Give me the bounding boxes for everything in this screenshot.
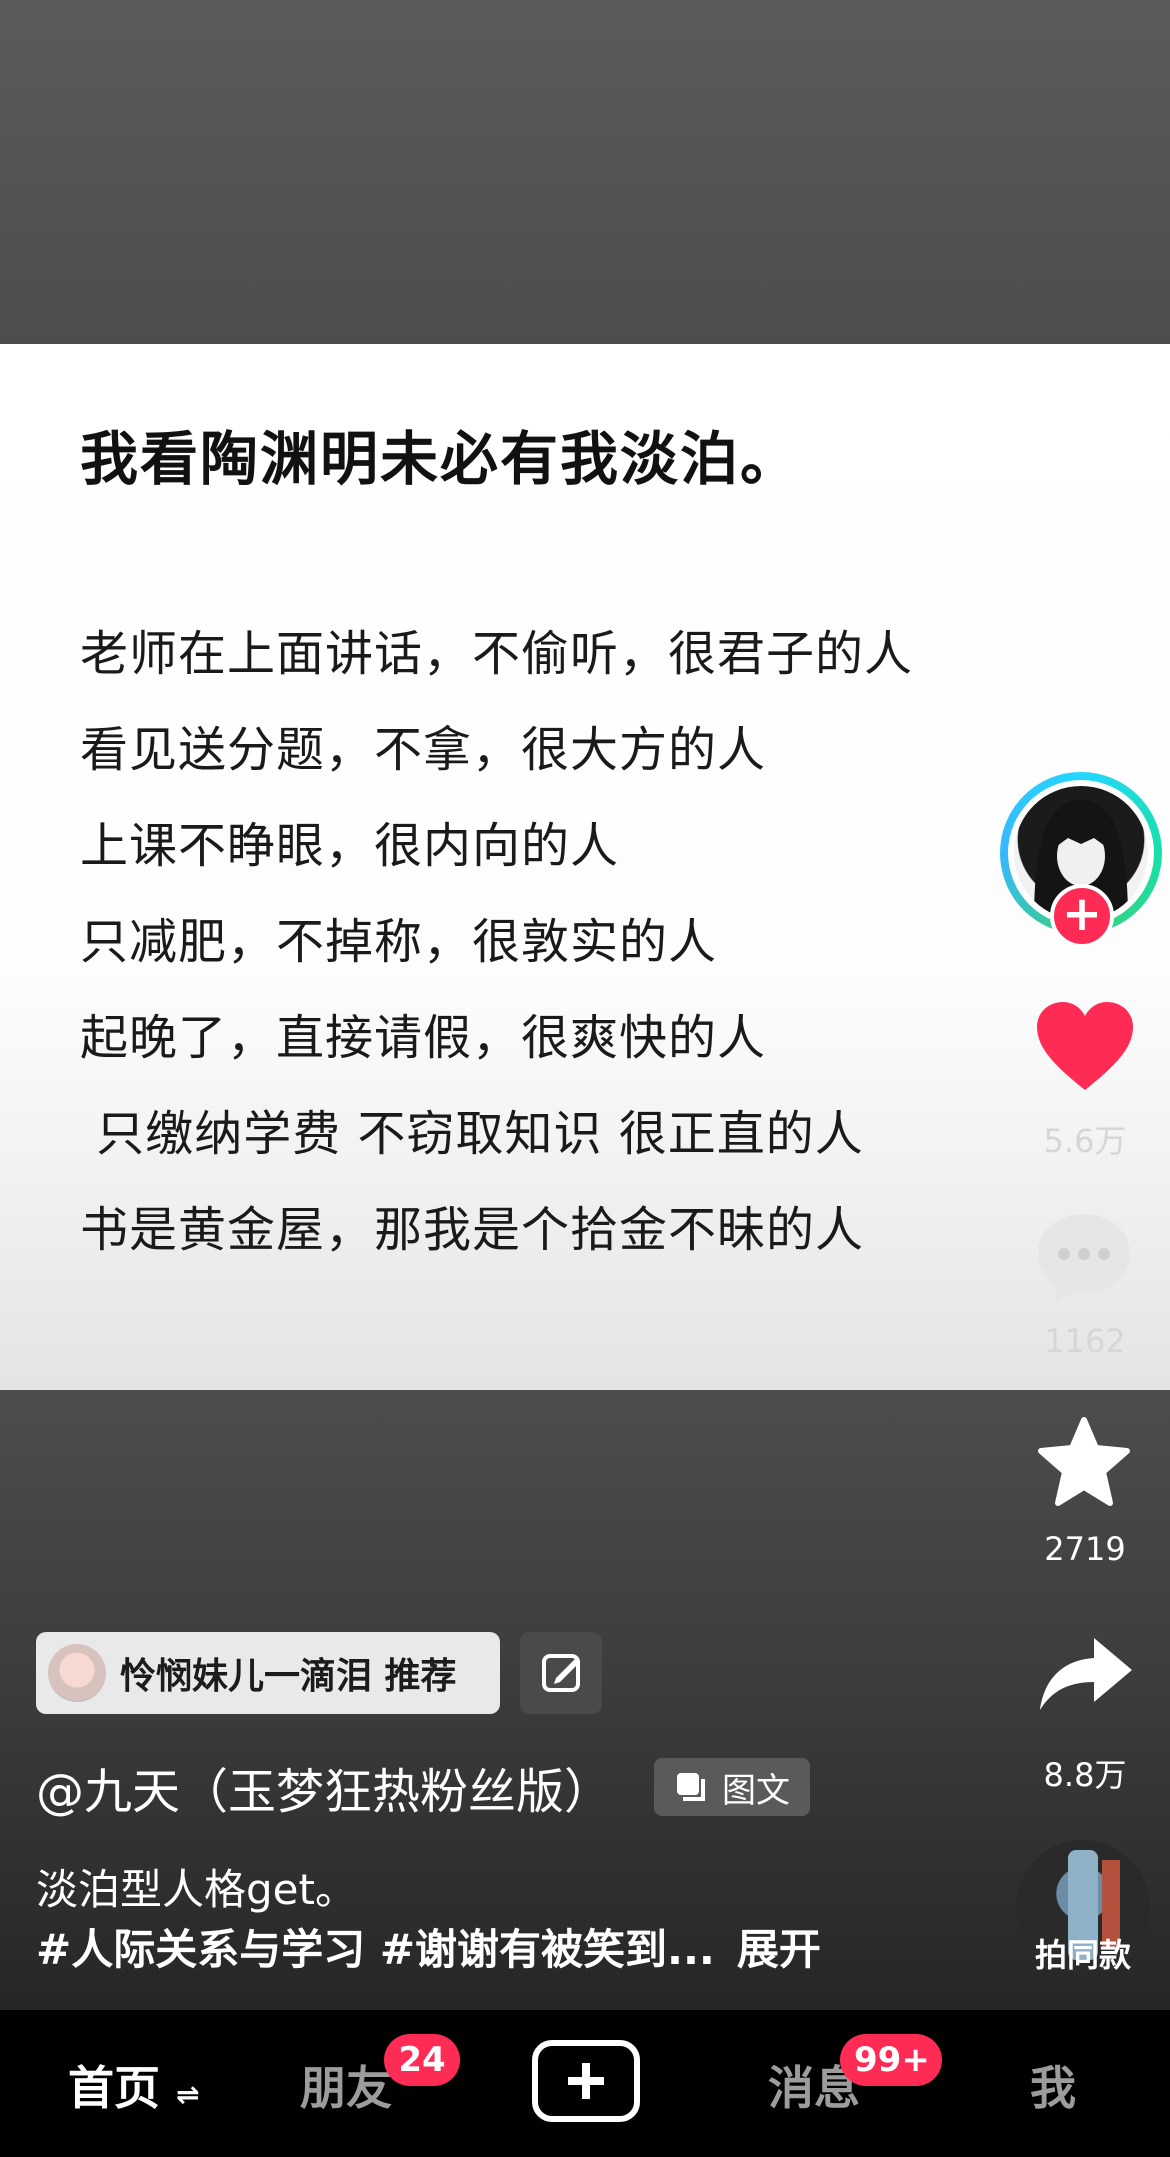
edit-icon [542, 1654, 580, 1692]
friends-badge: 24 [384, 2034, 460, 2086]
like-count: 5.6万 [1043, 1122, 1127, 1160]
note-title: 我看陶渊明未必有我淡泊。 [80, 425, 801, 493]
star-icon [1038, 1417, 1130, 1506]
comment-button[interactable] [1034, 1210, 1134, 1310]
comment-icon [1038, 1214, 1130, 1304]
edit-recommend-button[interactable] [520, 1632, 602, 1714]
post-caption: 淡泊型人格get。 [36, 1865, 357, 1914]
recommend-text: 怜悯妹儿一滴泪 推荐 [120, 1656, 457, 1697]
share-count: 8.8万 [1043, 1756, 1127, 1794]
note-line: 只减肥，不掉称，很敦实的人 [80, 914, 718, 970]
note-body: 老师在上面讲话，不偷听，很君子的人 看见送分题，不拿，很大方的人 上课不睁眼，很… [80, 618, 913, 1290]
post-type-label: 图文 [722, 1770, 790, 1811]
hashtag-text[interactable]: #人际关系与学习 #谢谢有被笑到... [36, 1925, 715, 1974]
post-type-badge: 图文 [654, 1758, 810, 1816]
refresh-toggle-icon: ⇌ [176, 2078, 200, 2111]
note-line: 上课不睁眼，很内向的人 [80, 818, 620, 874]
comment-count: 1162 [1044, 1322, 1126, 1360]
tab-friends[interactable]: 朋友 [300, 2052, 392, 2118]
share-button[interactable] [1036, 1636, 1136, 1716]
create-button[interactable] [532, 2040, 640, 2122]
author-avatar[interactable]: + [1000, 772, 1168, 948]
note-line: 老师在上面讲话，不偷听，很君子的人 [80, 626, 914, 682]
expand-button[interactable]: 展开 [737, 1925, 821, 1974]
heart-icon [1037, 1002, 1133, 1090]
messages-badge: 99+ [840, 2034, 942, 2086]
follow-button[interactable]: + [1050, 884, 1114, 948]
post-hashtags: #人际关系与学习 #谢谢有被笑到... 展开 [36, 1916, 821, 1977]
tab-home[interactable]: 首页 ⇌ [68, 2052, 199, 2118]
plus-icon [568, 2063, 604, 2099]
note-line: 起晚了，直接请假，很爽快的人 [80, 1010, 767, 1066]
author-name[interactable]: @九天（玉梦狂热粉丝版） [36, 1752, 612, 1822]
recommend-chip[interactable]: 怜悯妹儿一滴泪 推荐 [36, 1632, 500, 1714]
note-line: 看见送分题，不拿，很大方的人 [80, 722, 767, 778]
same-style-label[interactable]: 拍同款 [1000, 1930, 1166, 1976]
favorite-count: 2719 [1044, 1530, 1126, 1568]
favorite-button[interactable] [1034, 1416, 1134, 1512]
tab-me[interactable]: 我 [1030, 2052, 1076, 2118]
image-text-icon [677, 1773, 705, 1801]
share-icon [1040, 1638, 1132, 1710]
tab-home-label: 首页 [68, 2061, 160, 2115]
note-line: 只缴纳学费 不窃取知识 很正直的人 [80, 1106, 864, 1162]
like-button[interactable] [1030, 1000, 1140, 1096]
note-line: 书是黄金屋，那我是个拾金不昧的人 [80, 1202, 865, 1258]
recommender-avatar [48, 1644, 106, 1702]
